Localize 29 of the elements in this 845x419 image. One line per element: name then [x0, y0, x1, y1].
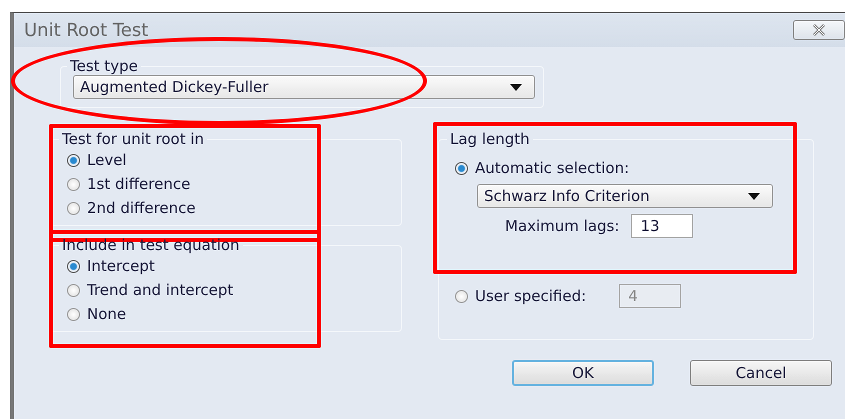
- radio-label: Automatic selection:: [475, 159, 630, 177]
- radio-label: Level: [87, 151, 127, 169]
- field-label: Maximum lags:: [505, 217, 620, 235]
- ok-button[interactable]: OK: [512, 360, 654, 386]
- radio-button[interactable]: [67, 178, 80, 190]
- dropdown-arrow-icon: [510, 84, 522, 90]
- radio-label: 1st difference: [87, 175, 190, 193]
- radio-label: User specified:: [475, 287, 586, 305]
- cancel-button[interactable]: Cancel: [690, 360, 832, 386]
- radio-button[interactable]: [67, 260, 80, 272]
- criterion-dropdown[interactable]: Schwarz Info Criterion: [477, 184, 773, 208]
- radio-button[interactable]: [67, 308, 80, 320]
- max-lags-field[interactable]: 13: [631, 214, 694, 238]
- test-type-dropdown[interactable]: Augmented Dickey-Fuller: [73, 75, 535, 99]
- radio-label: Trend and intercept: [87, 281, 234, 299]
- window-title: Unit Root Test: [24, 20, 148, 40]
- group-label: Test for unit root in: [61, 130, 206, 148]
- radio-button[interactable]: [67, 202, 80, 214]
- radio-button[interactable]: [67, 154, 80, 166]
- group-label: Include in test equation: [61, 236, 241, 254]
- radio-button[interactable]: [455, 162, 468, 174]
- close-button[interactable]: [793, 20, 845, 40]
- radio-label: 2nd difference: [87, 199, 196, 217]
- group-label: Lag length: [449, 130, 531, 148]
- radio-button[interactable]: [67, 284, 80, 296]
- radio-label: Intercept: [87, 257, 155, 275]
- group-label: Test type: [69, 57, 139, 75]
- radio-label: None: [87, 305, 126, 323]
- dropdown-arrow-icon: [748, 192, 760, 200]
